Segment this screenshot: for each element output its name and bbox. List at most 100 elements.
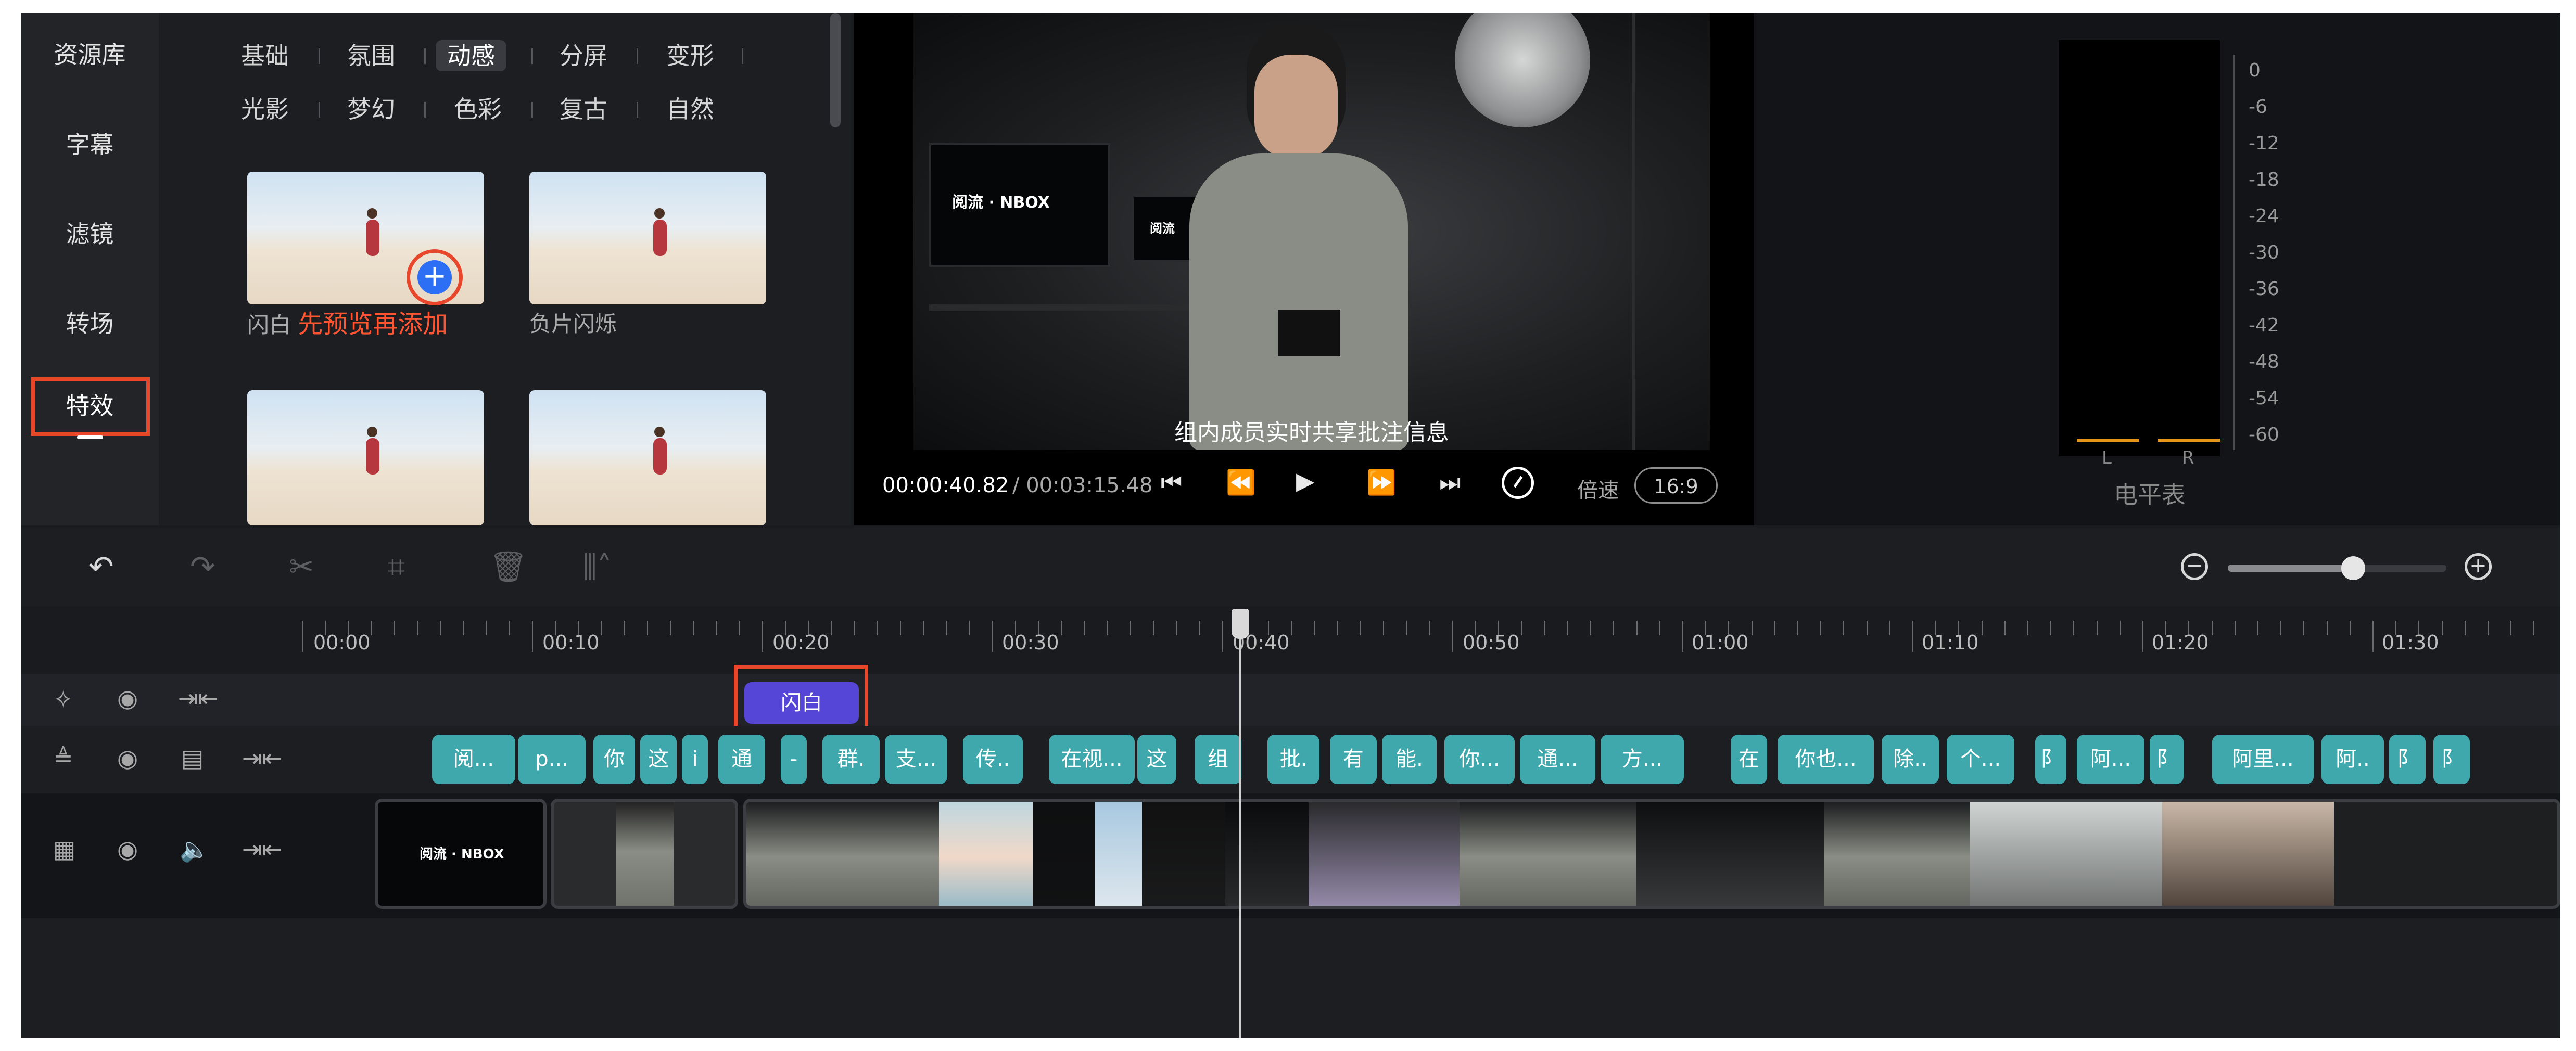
subtitle-clip[interactable]: - (781, 735, 807, 784)
subtitle-clip[interactable]: 阝 (2433, 735, 2470, 784)
ruler-tick (417, 621, 418, 635)
category-tab-split-screen[interactable]: 分屏 (560, 40, 607, 71)
panel-scrollbar[interactable] (830, 13, 841, 127)
undo-icon[interactable]: ↶ (88, 549, 114, 584)
timeline-ruler[interactable]: 00:00 00:10 00:20 00:30 00:40 00:50 01:0… (21, 606, 2560, 674)
subtitle-clip[interactable]: 阝 (2035, 735, 2066, 784)
skip-end-icon[interactable]: ⏭ (1439, 468, 1461, 497)
subtitle-clip[interactable]: 传.. (963, 735, 1023, 784)
category-tab-dynamic[interactable]: 动感 (436, 40, 506, 71)
subtitle-clip[interactable]: i (682, 735, 708, 784)
subtitle-clip[interactable]: 这 (1137, 735, 1176, 784)
effect-thumbnail[interactable] (247, 390, 484, 526)
effect-thumbnail[interactable] (529, 390, 766, 526)
speaker-icon[interactable]: 🔈 (180, 835, 209, 864)
play-icon[interactable]: ▶ (1296, 467, 1314, 495)
subtitle-clip[interactable]: 组 (1195, 735, 1241, 784)
audio-wave-icon[interactable]: ⫼˄ (583, 549, 612, 585)
redo-icon[interactable]: ↷ (190, 549, 215, 584)
time-label: 01:10 (1922, 631, 1979, 654)
video-clip[interactable] (743, 799, 2560, 909)
subtitle-clip[interactable]: 通 (718, 735, 765, 784)
category-tab-color[interactable]: 色彩 (454, 94, 502, 125)
subtitle-clip[interactable]: 方... (1601, 735, 1684, 784)
subtitle-clip[interactable]: 这 (640, 735, 677, 784)
eye-icon[interactable]: ◉ (117, 835, 138, 863)
eye-icon[interactable]: ◉ (117, 684, 138, 712)
category-tab-dream[interactable]: 梦幻 (347, 94, 395, 125)
subtitle-clip[interactable]: 群. (822, 735, 880, 784)
video-clip[interactable] (551, 799, 738, 909)
fast-forward-icon[interactable]: ⏩ (1366, 468, 1396, 497)
category-tab-retro[interactable]: 复古 (560, 94, 607, 125)
eye-icon[interactable]: ◉ (117, 744, 138, 772)
subtitle-clip[interactable]: 阿... (2077, 735, 2144, 784)
subtitle-clip[interactable]: 支... (885, 735, 947, 784)
split-icon[interactable]: ⇥⇤ (242, 744, 282, 772)
speedometer-icon[interactable] (1502, 467, 1534, 499)
subtitle-clip[interactable]: 阝 (2389, 735, 2426, 784)
split-icon[interactable]: ⇥⇤ (242, 835, 282, 863)
add-effect-button[interactable]: + (417, 260, 452, 294)
time-label: 01:00 (1692, 631, 1749, 654)
subtitle-clip[interactable]: 在 (1731, 735, 1767, 784)
subtitle-clip[interactable]: 在视... (1049, 735, 1135, 784)
separator (319, 48, 320, 64)
zoom-out-icon[interactable]: − (2181, 553, 2208, 580)
playhead-handle[interactable] (1232, 609, 1249, 639)
speed-label[interactable]: 倍速 (1577, 473, 1619, 504)
scissors-icon[interactable]: ✂ (289, 549, 314, 584)
subtitle-clip[interactable]: p... (518, 735, 586, 784)
clip-frame (866, 802, 939, 906)
subtitle-clip[interactable]: 除.. (1882, 735, 1939, 784)
ruler-tick (1406, 621, 1407, 635)
category-tab-deform[interactable]: 变形 (666, 40, 714, 71)
zoom-in-icon[interactable]: + (2465, 553, 2492, 580)
ruler-tick (1843, 621, 1845, 635)
aspect-ratio-button[interactable]: 16:9 (1634, 467, 1718, 504)
subtitle-clip[interactable]: 个... (1947, 735, 2014, 784)
subtitle-edit-icon[interactable]: ▤ (181, 744, 204, 772)
subtitle-clip[interactable]: 你也... (1778, 735, 1874, 784)
subtitle-clip[interactable]: 能. (1382, 735, 1437, 784)
sidebar-item-library[interactable]: 资源库 (21, 39, 159, 70)
subtitle-clip[interactable]: 阿里... (2212, 735, 2314, 784)
ruler-tick (693, 621, 694, 635)
sidebar-item-subtitles[interactable]: 字幕 (21, 129, 159, 160)
sidebar-item-filters[interactable]: 滤镜 (21, 219, 159, 250)
crop-icon[interactable]: ⌗ (388, 549, 405, 585)
effects-panel: 基础 氛围 动感 分屏 变形 光影 梦幻 色彩 复古 自然 + 闪白 先预览再添… (159, 13, 851, 526)
ruler-tick (601, 621, 602, 635)
category-tab-nature[interactable]: 自然 (666, 94, 714, 125)
category-tab-atmosphere[interactable]: 氛围 (347, 40, 395, 71)
clip-frame (1225, 802, 1309, 906)
subtitle-clip[interactable]: 有 (1330, 735, 1377, 784)
zoom-slider[interactable] (2228, 556, 2446, 580)
subtitle-clip[interactable]: 你... (1444, 735, 1515, 784)
sidebar-item-transitions[interactable]: 转场 (21, 308, 159, 339)
video-canvas[interactable]: 阅流 · NBOX 阅流 组内成员实时共享批注信息 (913, 13, 1710, 450)
rewind-icon[interactable]: ⏪ (1226, 468, 1255, 497)
split-icon[interactable]: ⇥⇤ (178, 684, 218, 712)
ruler-tick (1107, 621, 1108, 635)
pin-icon[interactable]: ✧ (53, 685, 73, 713)
video-clip[interactable]: 阅流 · NBOX (375, 799, 547, 909)
ruler-tick (1820, 621, 1822, 635)
separator (742, 48, 743, 64)
subtitle-clip[interactable]: 阝 (2150, 735, 2184, 784)
category-tab-light[interactable]: 光影 (241, 94, 289, 125)
skip-start-icon[interactable]: ⏮ (1161, 468, 1182, 497)
monitor-logo: 阅流 · NBOX (952, 194, 1050, 212)
subtitle-clip[interactable]: 通... (1520, 735, 1595, 784)
subtitle-clip[interactable]: 阿.. (2321, 735, 2384, 784)
subtitle-clip[interactable]: 你 (593, 735, 635, 784)
ruler-tick (624, 621, 625, 635)
subtitle-clip[interactable]: 批. (1267, 735, 1319, 784)
subtitle-clip[interactable]: 阅... (432, 735, 515, 784)
category-tab-basic[interactable]: 基础 (241, 40, 289, 71)
zoom-slider-knob[interactable] (2341, 556, 2365, 580)
delete-icon[interactable]: 🗑 (489, 549, 528, 585)
clip-frame (1142, 802, 1225, 906)
effect-thumbnail-negative-flash[interactable] (529, 172, 766, 304)
ruler-tick (923, 621, 924, 635)
